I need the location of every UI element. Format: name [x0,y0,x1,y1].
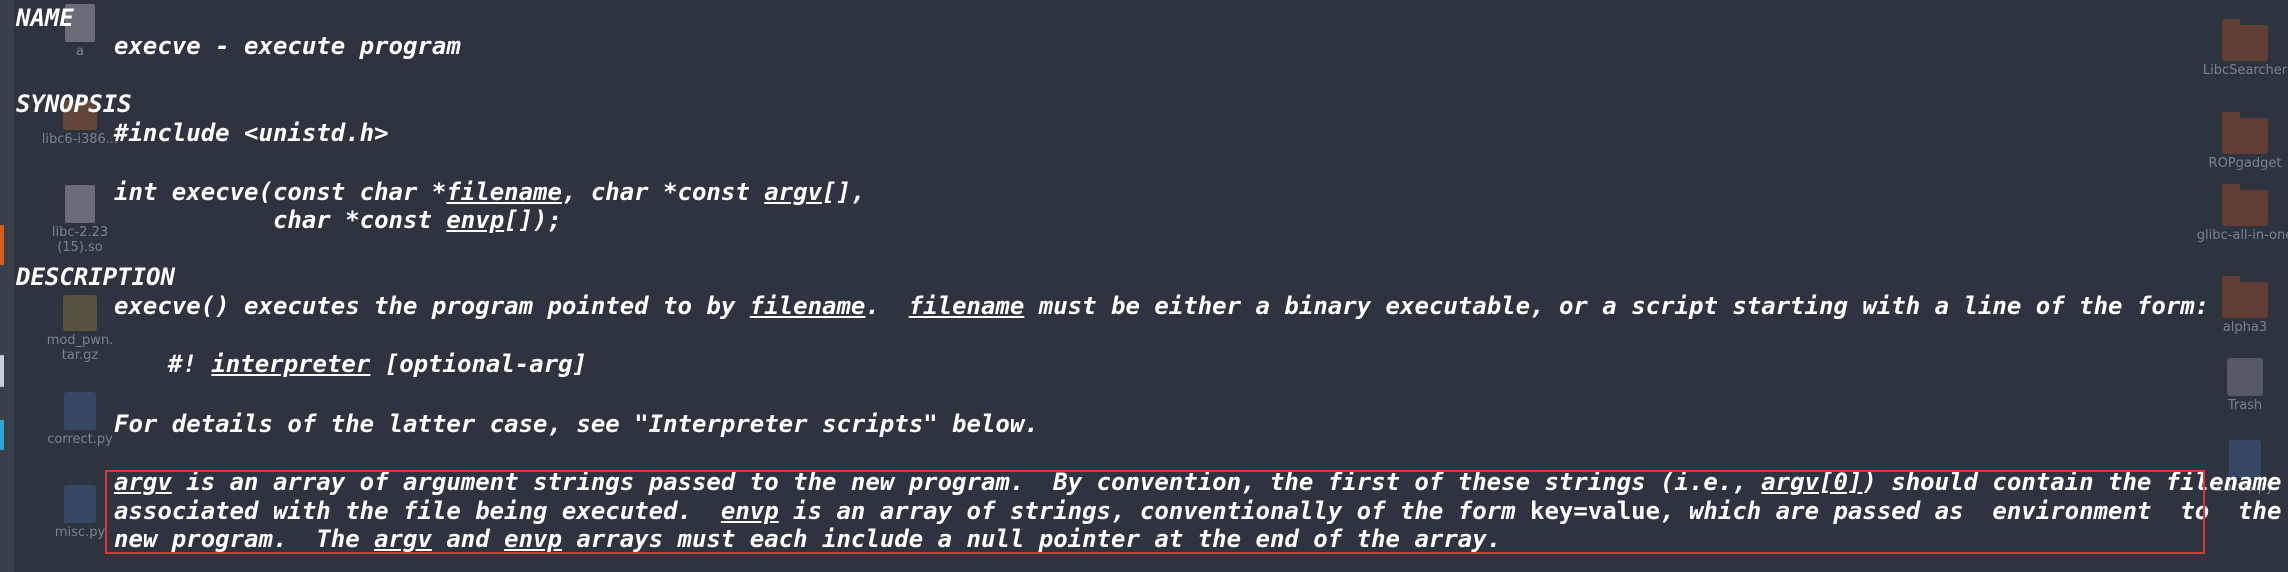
proto-text: []); [504,206,562,234]
shebang-hash: #! [168,350,212,378]
desktop-icon-glibc[interactable]: glibc-all-in-one [2195,184,2288,243]
proto-indent: char *const [114,206,447,234]
desktop-icon-label: mod_pwn. tar.gz [46,333,114,363]
dock-marker-orange[interactable] [0,225,4,265]
proto-filename: filename [446,178,562,206]
trash-icon [2227,358,2263,396]
details-line: For details of the latter case, see "Int… [114,410,1039,438]
desktop-icon-label: alpha3 [2222,320,2268,335]
desc-text: must be either a binary executable, or a… [1024,292,2210,320]
proto-text: , char *const [561,178,765,206]
proto-argv: argv [764,178,823,206]
folder-icon [2222,276,2268,318]
desktop-icon-label: ROPgadget [2208,156,2282,171]
proto-text: int execve(const char * [114,178,447,206]
shebang-rest: [optional-arg] [370,350,588,378]
shebang-interpreter: interpreter [211,350,371,378]
python-file-icon [64,485,96,523]
archive-icon [63,295,97,331]
folder-icon [2222,19,2268,61]
description-line-1: execve() executes the program pointed to… [114,292,2209,320]
desc-text: () executes the program pointed to by [200,292,750,320]
highlight-box [105,470,2205,554]
name-line: execve - execute program [114,32,461,60]
folder-icon [2222,112,2268,154]
desc-filename-2: filename [908,292,1025,320]
desktop-icon-libcsearcher[interactable]: LibcSearcher [2195,19,2288,78]
shebang-line: #! interpreter [optional-arg] [168,350,587,378]
python-file-icon [64,392,96,430]
description-heading: DESCRIPTION [16,263,175,291]
dock-marker-blue[interactable] [0,420,4,450]
dock [0,0,14,572]
include-line: #include <unistd.h> [114,119,389,147]
folder-icon [2222,184,2268,226]
proto-text: [], [822,178,866,206]
desc-filename: filename [749,292,866,320]
desktop-icon-ropgadget[interactable]: ROPgadget [2195,112,2288,171]
file-icon [65,185,95,223]
synopsis-heading: SYNOPSIS [16,90,132,118]
desktop-icon-label: Trash [2227,398,2263,413]
desktop-icon-label: glibc-all-in-one [2196,228,2288,243]
name-heading: NAME [16,4,74,32]
prototype-line-1: int execve(const char *filename, char *c… [114,178,865,206]
prototype-line-2: char *const envp[]); [114,206,562,234]
desktop-icon-trash[interactable]: Trash [2195,358,2288,413]
proto-envp: envp [446,206,505,234]
desc-execve: execve [114,292,201,320]
desc-text: . [865,292,909,320]
dock-marker-gray[interactable] [0,355,4,387]
desktop-icon-label: LibcSearcher [2202,63,2288,78]
